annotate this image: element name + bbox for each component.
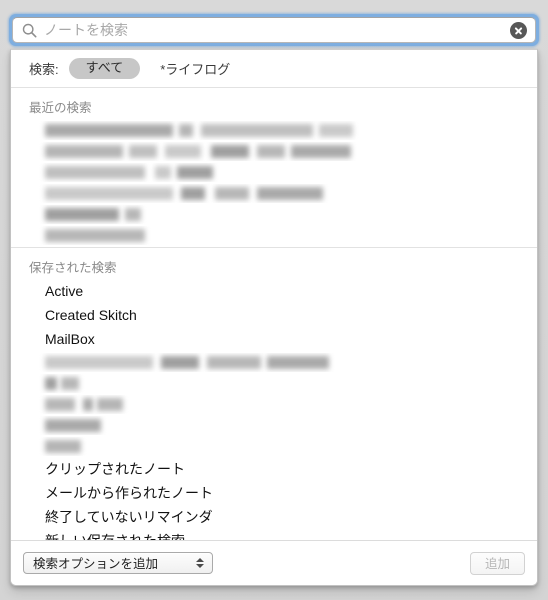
redacted-text-block (207, 356, 261, 369)
redacted-text-block (45, 398, 75, 411)
redacted-text-block (97, 398, 123, 411)
redacted-list-item[interactable] (11, 142, 537, 161)
list-item[interactable]: MailBox (11, 328, 537, 352)
redacted-text-block (257, 187, 323, 200)
redacted-text-block (165, 145, 201, 158)
redacted-text-block (83, 398, 93, 411)
add-search-option-popup[interactable]: 検索オプションを追加 (23, 552, 213, 574)
redacted-text-block (161, 356, 199, 369)
list-item[interactable]: クリップされたノート (11, 458, 537, 482)
search-icon (22, 23, 37, 37)
saved-searches-title: 保存された検索 (29, 261, 117, 275)
scope-filter-row: 検索: すべて *ライフログ (11, 50, 537, 88)
redacted-text-block (181, 187, 205, 200)
redacted-text-block (179, 124, 193, 137)
redacted-text-block (125, 208, 141, 221)
redacted-text-block (319, 124, 353, 137)
search-field-container (9, 14, 539, 46)
redacted-text-block (61, 377, 79, 390)
recent-searches-title: 最近の検索 (29, 101, 92, 115)
search-field[interactable] (12, 17, 536, 43)
redacted-text-block (155, 166, 171, 179)
redacted-text-block (45, 145, 123, 158)
redacted-list-item[interactable] (11, 437, 537, 456)
recent-searches-section: 最近の検索 (11, 88, 537, 245)
redacted-list-item[interactable] (11, 121, 537, 140)
scope-filter-all-pill[interactable]: すべて (68, 58, 141, 79)
redacted-text-block (45, 124, 173, 137)
scope-filter-label: 検索: (29, 62, 59, 77)
redacted-text-block (45, 356, 153, 369)
list-item[interactable]: メールから作られたノート (11, 482, 537, 506)
suggestions-panel: 検索: すべて *ライフログ 最近の検索 保存された検索 Active Creat… (10, 49, 538, 586)
redacted-list-item[interactable] (11, 374, 537, 393)
redacted-text-block (177, 166, 213, 179)
scope-filter-notebook-link[interactable]: *ライフログ (160, 59, 230, 78)
list-item[interactable]: 新しい保存された検索 (11, 530, 537, 540)
add-button[interactable]: 追加 (470, 551, 525, 575)
search-suggestions-window: 検索: すべて *ライフログ 最近の検索 保存された検索 ActiveCreat… (0, 0, 548, 600)
redacted-text-block (201, 124, 313, 137)
redacted-text-block (45, 377, 57, 390)
redacted-text-block (291, 145, 351, 158)
list-item[interactable]: 終了していないリマインダ (11, 506, 537, 530)
redacted-list-item[interactable] (11, 184, 537, 203)
redacted-list-item[interactable] (11, 353, 537, 372)
redacted-text-block (45, 166, 145, 179)
saved-searches-section: 保存された検索 Active Created Skitch MailBox クリップさ… (11, 247, 537, 540)
clear-search-icon[interactable] (510, 21, 527, 39)
redacted-text-block (215, 187, 249, 200)
redacted-list-item[interactable] (11, 416, 537, 435)
search-input[interactable] (44, 18, 510, 42)
redacted-text-block (257, 145, 285, 158)
redacted-list-item[interactable] (11, 205, 537, 224)
list-item[interactable]: Created Skitch (11, 304, 537, 328)
suggestions-body: 最近の検索 保存された検索 Active Created Skitch MailBo… (11, 88, 537, 540)
redacted-text-block (45, 208, 119, 221)
redacted-text-block (45, 440, 81, 453)
redacted-list-item[interactable] (11, 395, 537, 414)
list-item[interactable]: Active (11, 280, 537, 304)
redacted-list-item[interactable] (11, 163, 537, 182)
redacted-text-block (129, 145, 157, 158)
saved-searches-list: Active Created Skitch MailBox クリップされたノート メール… (11, 280, 537, 540)
recent-searches-list (11, 121, 537, 245)
redacted-list-item[interactable] (11, 226, 537, 245)
redacted-text-block (45, 187, 173, 200)
redacted-text-block (211, 145, 249, 158)
chevron-up-down-icon (195, 556, 204, 570)
bottom-toolbar: 検索オプションを追加 追加 (11, 540, 537, 585)
add-search-option-label: 検索オプションを追加 (33, 557, 159, 571)
redacted-text-block (45, 419, 101, 432)
redacted-text-block (45, 229, 145, 242)
redacted-text-block (267, 356, 329, 369)
